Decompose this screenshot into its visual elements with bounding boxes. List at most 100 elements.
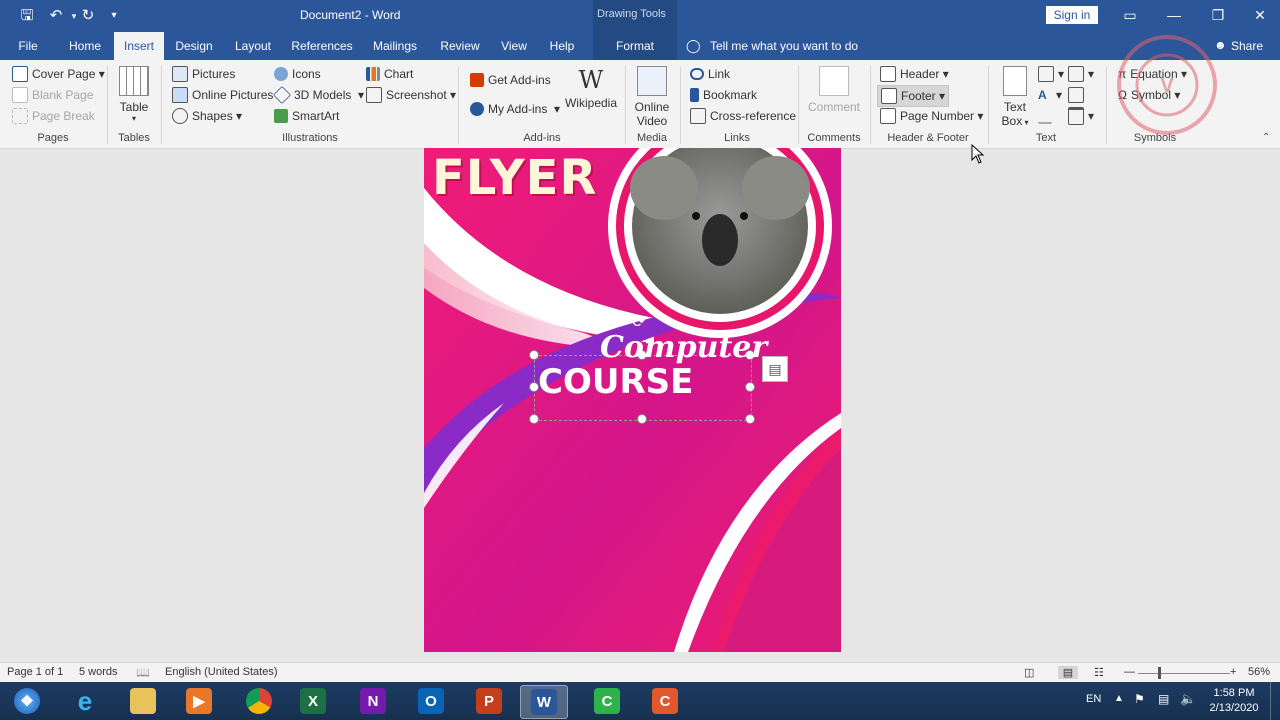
drop-cap-icon[interactable] — [1038, 106, 1056, 126]
online-pictures-button[interactable]: Online Pictures — [172, 85, 273, 105]
tab-mailings[interactable]: Mailings — [366, 32, 424, 60]
language-indicator[interactable]: English (United States) — [165, 666, 278, 678]
customize-qat-icon[interactable]: ▾ — [104, 6, 124, 26]
redo-icon[interactable]: ↻ — [78, 6, 98, 26]
quick-parts-icon[interactable]: ▾ — [1038, 64, 1064, 84]
watermark-seal: V — [1117, 35, 1217, 135]
close-icon[interactable]: ✕ — [1238, 0, 1280, 30]
resize-handle[interactable] — [745, 414, 755, 424]
onenote-icon[interactable]: N — [350, 685, 396, 717]
tell-me-search[interactable]: Tell me what you want to do — [710, 39, 858, 53]
volume-icon[interactable]: 🔈 — [1180, 691, 1196, 707]
object-icon[interactable]: ▾ — [1068, 106, 1094, 126]
outlook-icon[interactable]: O — [408, 685, 454, 717]
tab-format[interactable]: Format — [593, 32, 677, 60]
page-break-icon — [12, 108, 28, 124]
start-orb-icon[interactable]: ❖ — [4, 685, 50, 717]
cover-page-button[interactable]: Cover Page ▾ — [12, 64, 105, 84]
proofing-icon[interactable]: 📖 — [136, 666, 150, 679]
resize-handle[interactable] — [529, 350, 539, 360]
text-box-button[interactable]: Text Box ▾ — [998, 66, 1032, 128]
sign-in-button[interactable]: Sign in — [1046, 6, 1098, 24]
web-layout-icon[interactable]: ☷ — [1094, 666, 1104, 679]
signature-line-icon[interactable]: ▾ — [1068, 64, 1094, 84]
bookmark-button[interactable]: Bookmark — [690, 85, 757, 105]
get-addins-button[interactable]: Get Add-ins — [470, 70, 551, 90]
resize-handle[interactable] — [529, 414, 539, 424]
chart-button[interactable]: Chart — [366, 64, 413, 84]
table-button[interactable]: Table ▾ — [114, 66, 154, 123]
my-addins-button[interactable]: My Add-ins ▾ — [470, 99, 560, 119]
collapse-ribbon-icon[interactable]: ⌃ — [1262, 132, 1270, 143]
online-video-button[interactable]: Online Video — [632, 66, 672, 128]
chrome-icon[interactable] — [236, 685, 282, 717]
blank-page-button[interactable]: Blank Page — [12, 85, 93, 105]
save-icon[interactable]: 🖫 — [17, 6, 37, 26]
cross-reference-button[interactable]: Cross-reference — [690, 106, 796, 126]
rotate-handle-icon[interactable]: ⟳ — [632, 312, 645, 332]
group-label-comments: Comments — [807, 132, 861, 144]
minimize-icon[interactable]: — — [1152, 0, 1196, 30]
zoom-slider-thumb[interactable] — [1158, 667, 1161, 679]
smartart-button[interactable]: SmartArt — [274, 106, 339, 126]
group-label-illustrations: Illustrations — [282, 132, 338, 144]
powerpoint-icon[interactable]: P — [466, 685, 512, 717]
camtasia-icon[interactable]: C — [642, 685, 688, 717]
comment-button[interactable]: Comment — [806, 66, 862, 114]
tab-help[interactable]: Help — [542, 32, 582, 60]
page-number-button[interactable]: Page Number ▾ — [880, 106, 983, 126]
tab-references[interactable]: References — [288, 32, 356, 60]
zoom-slider[interactable] — [1138, 673, 1230, 674]
tab-design[interactable]: Design — [170, 32, 218, 60]
ribbon-display-icon[interactable]: ▭ — [1108, 0, 1152, 30]
screenshot-button[interactable]: Screenshot ▾ — [366, 85, 456, 105]
camtasia-recorder-icon[interactable]: C — [584, 685, 630, 717]
page-break-button[interactable]: Page Break — [12, 106, 95, 126]
shapes-button[interactable]: Shapes ▾ — [172, 106, 242, 126]
internet-explorer-icon[interactable]: e — [62, 685, 108, 717]
status-bar: Page 1 of 1 5 words 📖 English (United St… — [0, 662, 1280, 683]
mouse-cursor-icon — [971, 144, 985, 164]
input-language[interactable]: EN — [1086, 693, 1101, 705]
read-mode-icon[interactable]: ◫ — [1024, 666, 1034, 679]
action-center-flag-icon[interactable]: ⚑ — [1134, 692, 1145, 706]
undo-icon[interactable]: ↶ — [46, 6, 66, 26]
layout-options-icon[interactable]: ▤ — [762, 356, 788, 382]
maximize-icon[interactable]: ❐ — [1196, 0, 1240, 30]
resize-handle[interactable] — [745, 382, 755, 392]
tab-insert[interactable]: Insert — [114, 32, 164, 60]
pictures-icon — [172, 66, 188, 82]
network-icon[interactable]: ▤ — [1158, 692, 1169, 706]
word-icon[interactable]: W — [520, 685, 568, 719]
zoom-in-icon[interactable]: + — [1230, 666, 1236, 678]
tab-home[interactable]: Home — [62, 32, 108, 60]
zoom-level[interactable]: 56% — [1248, 666, 1270, 678]
file-explorer-icon[interactable] — [120, 685, 166, 717]
header-button[interactable]: Header ▾ — [880, 64, 949, 84]
zoom-out-icon[interactable]: — — [1124, 666, 1135, 678]
system-clock[interactable]: 1:58 PM 2/13/2020 — [1205, 686, 1263, 716]
show-hidden-icons-icon[interactable]: ▲ — [1114, 693, 1124, 704]
show-desktop-button[interactable] — [1270, 682, 1280, 720]
resize-handle[interactable] — [637, 414, 647, 424]
lightbulb-icon: ◯ — [686, 38, 701, 53]
wikipedia-button[interactable]: W Wikipedia — [564, 66, 618, 110]
word-count[interactable]: 5 words — [79, 666, 118, 678]
link-button[interactable]: Link — [690, 64, 730, 84]
wordart-icon[interactable]: A ▾ — [1038, 85, 1062, 105]
tab-view[interactable]: View — [494, 32, 534, 60]
tab-review[interactable]: Review — [434, 32, 486, 60]
share-button[interactable]: Share — [1231, 39, 1263, 53]
tab-layout[interactable]: Layout — [228, 32, 278, 60]
icons-button[interactable]: Icons — [274, 64, 321, 84]
excel-icon[interactable]: X — [290, 685, 336, 717]
document-page[interactable]: FLYER ⟳ Computer COURSE — [424, 148, 841, 652]
footer-button[interactable]: Footer ▾ — [877, 85, 950, 107]
tab-file[interactable]: File — [8, 32, 48, 60]
print-layout-icon[interactable]: ▤ — [1058, 666, 1078, 679]
date-time-icon[interactable] — [1068, 85, 1088, 105]
media-player-icon[interactable]: ▶ — [176, 685, 222, 717]
3d-models-button[interactable]: 3D Models ▾ — [272, 85, 364, 105]
pictures-button[interactable]: Pictures — [172, 64, 235, 84]
page-count[interactable]: Page 1 of 1 — [7, 666, 63, 678]
